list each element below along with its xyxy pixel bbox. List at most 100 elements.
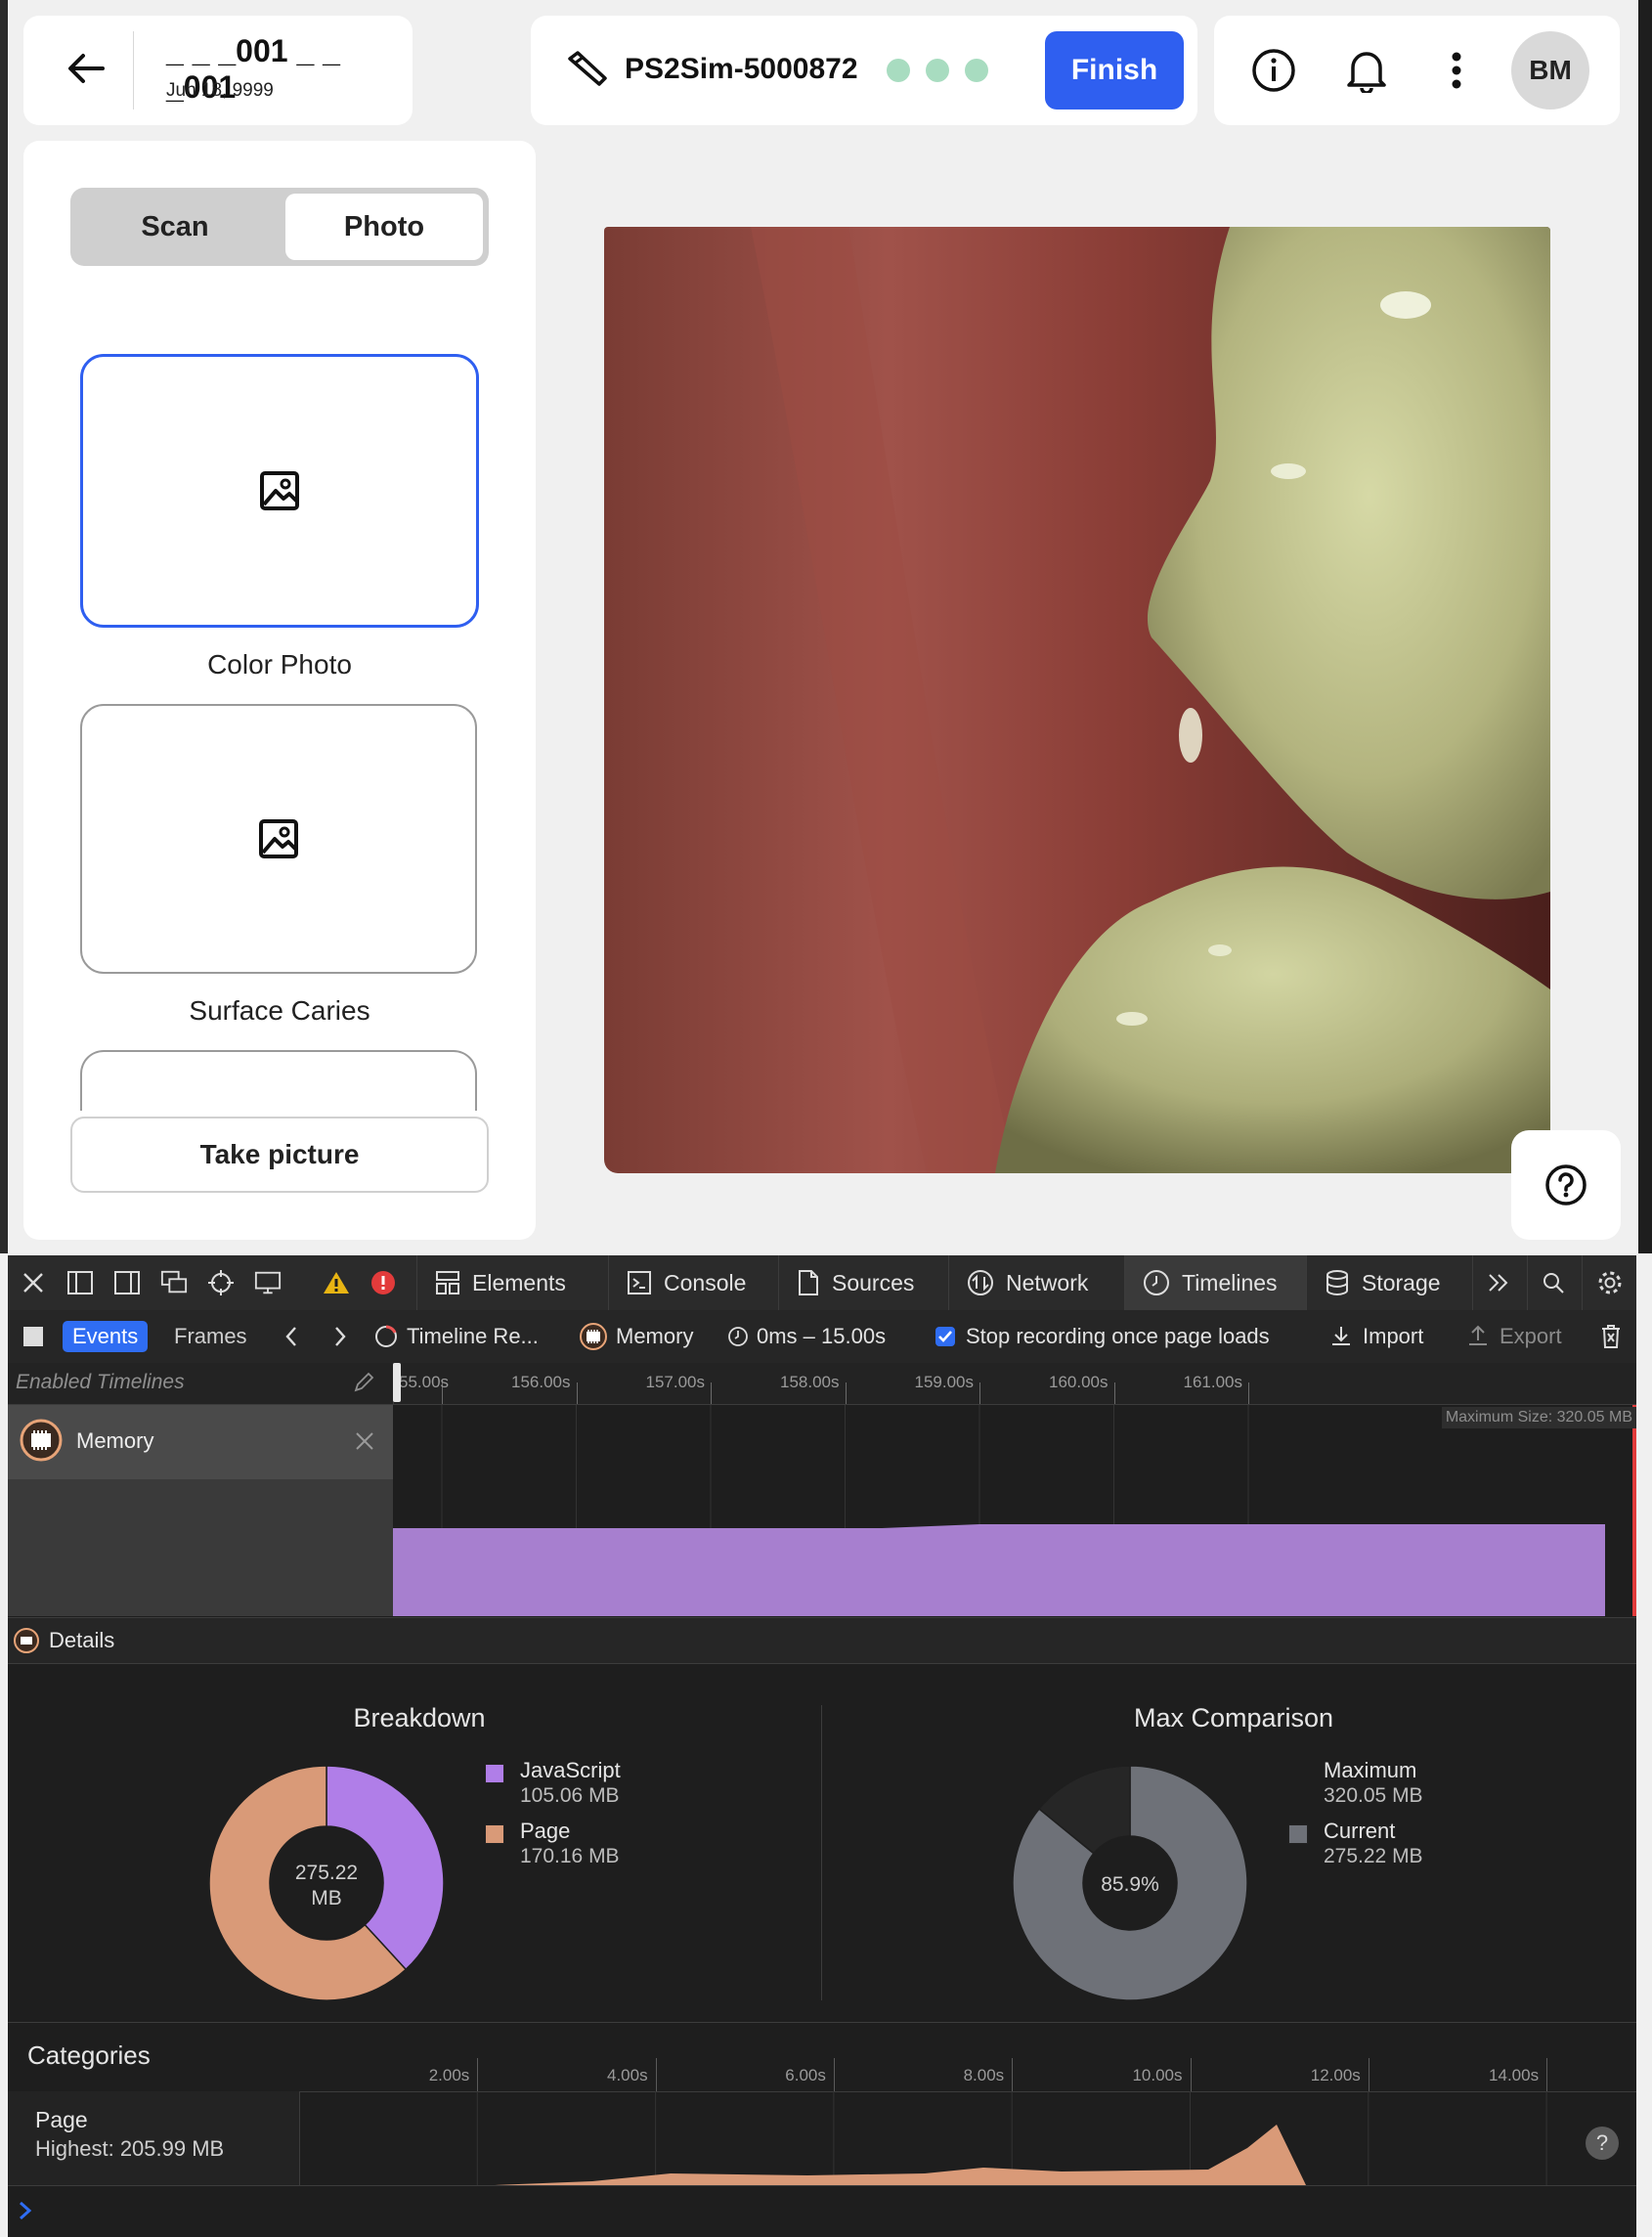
stop-recording-button[interactable] <box>23 1310 43 1363</box>
edit-timelines-button[interactable] <box>352 1371 375 1399</box>
help-button[interactable] <box>1511 1130 1621 1240</box>
close-devtools-button[interactable] <box>20 1269 47 1296</box>
tab-label: Network <box>1006 1269 1089 1295</box>
memory-label: Memory <box>616 1324 694 1348</box>
ruler-tick-line <box>1248 1382 1249 1404</box>
help-icon <box>1545 1164 1587 1206</box>
scanner-icon <box>566 49 609 93</box>
warning-icon <box>324 1272 349 1294</box>
actions-header-card: BM <box>1214 16 1620 125</box>
photo-tile-partial[interactable] <box>80 1050 477 1111</box>
max-size-label: Maximum Size: 320.05 MB <box>1441 1407 1636 1428</box>
ruler-tick-label: 156.00s <box>511 1373 571 1391</box>
console-prompt[interactable] <box>8 2185 1636 2237</box>
take-picture-button[interactable]: Take picture <box>70 1117 489 1193</box>
category-tick-line <box>1546 2058 1548 2091</box>
category-tick-line <box>833 2058 835 2091</box>
close-icon[interactable] <box>354 1430 375 1452</box>
ruler-tick-label: 55.00s <box>399 1373 450 1391</box>
forward-nav-button[interactable] <box>332 1310 348 1363</box>
export-button[interactable]: Export <box>1466 1310 1562 1363</box>
finish-button[interactable]: Finish <box>1045 31 1184 110</box>
category-tick-label: 10.00s <box>1132 2066 1183 2084</box>
inspect-element-button[interactable] <box>207 1269 235 1296</box>
more-tabs-button[interactable] <box>1472 1255 1527 1310</box>
ruler-tick-label: 157.00s <box>645 1373 706 1391</box>
tile-label: Color Photo <box>207 649 352 680</box>
page-swatch <box>485 1824 504 1844</box>
category-tick-label: 8.00s <box>963 2066 1005 2084</box>
ruler-tick-line <box>845 1382 847 1404</box>
notifications-button[interactable] <box>1339 43 1394 98</box>
dock-right-button[interactable] <box>113 1269 141 1296</box>
max-percent: 85.9% <box>1101 1873 1159 1896</box>
back-nav-button[interactable] <box>283 1310 299 1363</box>
memory-timeline-row[interactable]: Memory <box>8 1405 393 1479</box>
memory-breadcrumb[interactable]: Memory <box>579 1310 693 1363</box>
category-tick-line <box>1190 2058 1192 2091</box>
avatar[interactable]: BM <box>1511 31 1589 110</box>
color-photo-tile[interactable] <box>80 354 479 628</box>
search-icon <box>1543 1273 1564 1294</box>
import-button[interactable]: Import <box>1329 1310 1423 1363</box>
tab-label: Sources <box>832 1269 915 1295</box>
memory-timeline-label: Memory <box>76 1428 154 1453</box>
surface-caries-tile[interactable] <box>80 704 477 974</box>
app-area: _ _ _001 _ _ _001 Jun 18, 9999 PS2Sim-50… <box>0 0 1652 1253</box>
categories-title: Categories <box>27 2040 151 2070</box>
range-start-handle[interactable] <box>393 1363 401 1402</box>
warnings-button[interactable] <box>323 1269 350 1296</box>
more-options-button[interactable] <box>1429 43 1484 98</box>
legend-maximum-value: 320.05 MB <box>1324 1784 1423 1807</box>
windows-icon <box>160 1270 188 1294</box>
back-button[interactable] <box>57 39 115 98</box>
memory-overview-graph: Maximum Size: 320.05 MB <box>393 1405 1636 1616</box>
scan-mode-button[interactable]: Scan <box>76 194 274 260</box>
tab-storage[interactable]: Storage <box>1306 1255 1472 1310</box>
breakdown-title: Breakdown <box>353 1703 486 1733</box>
device-header-card: PS2Sim-5000872 Finish <box>531 16 1197 125</box>
time-range-label: 0ms – 15.00s <box>757 1324 887 1348</box>
memory-chip-icon <box>14 1628 39 1653</box>
max-comparison-donut: 85.9% <box>1012 1765 1248 2001</box>
legend-page-value: 170.16 MB <box>520 1845 620 1867</box>
legend-javascript-value: 105.06 MB <box>520 1784 620 1807</box>
recording-breadcrumb[interactable]: Timeline Re... <box>373 1310 539 1363</box>
ruler-tick-label: 158.00s <box>780 1373 840 1391</box>
enabled-timelines-label: Enabled Timelines <box>16 1371 185 1393</box>
memory-chip-icon <box>20 1419 63 1462</box>
memory-chip-icon <box>580 1323 607 1350</box>
category-tick-line <box>477 2058 479 2091</box>
legend-page: Page <box>520 1819 571 1843</box>
category-tick-label: 14.00s <box>1489 2066 1540 2084</box>
tab-elements[interactable]: Elements <box>416 1255 608 1310</box>
events-toggle[interactable]: Events <box>63 1310 149 1363</box>
time-range[interactable]: 0ms – 15.00s <box>727 1310 886 1363</box>
chevron-left-icon <box>285 1327 296 1346</box>
frames-toggle[interactable]: Frames <box>174 1310 247 1363</box>
info-button[interactable] <box>1246 43 1301 98</box>
window-edge-right <box>1638 0 1652 1253</box>
clear-button[interactable] <box>1599 1310 1623 1363</box>
breakdown-total: 275.22 <box>295 1862 358 1884</box>
breakdown-total-unit: MB <box>311 1887 342 1909</box>
stop-recording-checkbox[interactable]: Stop recording once page loads <box>935 1310 1270 1363</box>
settings-button[interactable] <box>1582 1255 1636 1310</box>
tab-sources[interactable]: Sources <box>778 1255 948 1310</box>
undock-button[interactable] <box>160 1269 188 1296</box>
status-dot <box>926 59 949 82</box>
tab-console[interactable]: Console <box>608 1255 778 1310</box>
device-settings-button[interactable] <box>254 1269 282 1296</box>
errors-button[interactable] <box>370 1269 397 1296</box>
photo-mode-button[interactable]: Photo <box>285 194 483 260</box>
help-icon[interactable]: ? <box>1586 2127 1619 2160</box>
ruler-tick-line <box>979 1382 980 1404</box>
legend-current-value: 275.22 MB <box>1324 1845 1423 1867</box>
ruler-tick-label: 161.00s <box>1183 1373 1243 1391</box>
tab-timelines[interactable]: Timelines <box>1124 1255 1306 1310</box>
details-header: Details <box>8 1617 1636 1664</box>
search-button[interactable] <box>1527 1255 1582 1310</box>
page-category-row: Page Highest: 205.99 MB <box>8 2091 300 2185</box>
tab-network[interactable]: Network <box>948 1255 1124 1310</box>
dock-left-button[interactable] <box>66 1269 94 1296</box>
